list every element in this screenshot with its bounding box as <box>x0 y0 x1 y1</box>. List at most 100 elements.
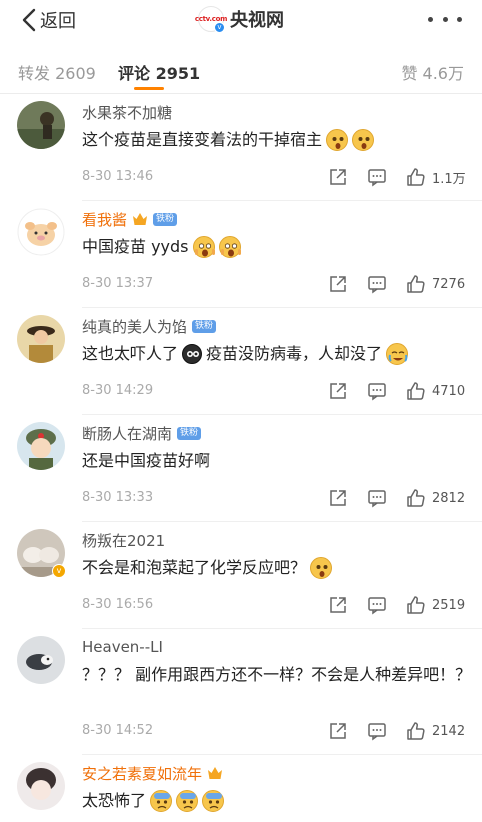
page-title: 央视网 <box>230 10 284 31</box>
like-button[interactable]: 2812 <box>406 488 470 508</box>
thumbs-up-icon <box>407 596 425 614</box>
thumbs-up-icon <box>407 168 425 186</box>
username[interactable]: 看我酱 <box>82 209 127 230</box>
avatar[interactable] <box>17 208 65 256</box>
thumbs-up-icon <box>407 382 425 400</box>
surprised-face-emoji-icon <box>326 129 349 151</box>
avatar[interactable] <box>17 762 65 810</box>
comment-time: 8-30 16:56 <box>82 597 154 612</box>
crying-face-emoji-icon <box>386 343 409 365</box>
like-button[interactable]: 2142 <box>406 721 470 741</box>
comment-text-body: 这个疫苗是直接变着法的干掉宿主 <box>82 130 323 149</box>
more-options-icon[interactable] <box>428 10 462 28</box>
comment-item: Heaven--LI ？？？ 副作用跟西方还不一样？不会是人种差异吧！？ 8-3… <box>0 629 482 755</box>
comment-text-part: 这也太吓人了 <box>82 344 179 363</box>
comment-meta: 8-30 13:37 7276 <box>82 274 472 294</box>
comment-item: 断肠人在湖南 铁粉 还是中国疫苗好啊 8-30 13:33 2812 <box>0 415 482 522</box>
comment-item: 水果茶不加糖 这个疫苗是直接变着法的干掉宿主 8-30 13:46 1.1万 <box>0 94 482 201</box>
comment-meta: 8-30 14:52 2142 <box>82 721 472 741</box>
reply-icon[interactable] <box>367 488 387 508</box>
share-icon[interactable] <box>328 381 348 401</box>
like-button[interactable]: 1.1万 <box>406 167 470 187</box>
comment-meta: 8-30 14:29 4710 <box>82 381 472 401</box>
comment-item: 安之若素夏如流年 太恐怖了 <box>0 755 482 821</box>
comment-meta: 8-30 16:56 2519 <box>82 595 472 615</box>
username[interactable]: 断肠人在湖南 <box>82 423 172 444</box>
comment-text-body: 中国疫苗 yyds <box>82 237 189 256</box>
like-count: 4710 <box>432 383 466 399</box>
comment-text: 不会是和泡菜起了化学反应吧？ <box>82 554 472 582</box>
comment-text-body: 还是中国疫苗好啊 <box>82 451 211 470</box>
active-tab-indicator <box>134 87 164 90</box>
share-icon[interactable] <box>328 167 348 187</box>
username[interactable]: Heaven--LI <box>82 638 163 656</box>
comment-text-part: 疫苗没防病毒，人却没了 <box>206 344 383 363</box>
comment-text-body: 太恐怖了 <box>82 791 147 810</box>
username[interactable]: 纯真的美人为馅 <box>82 316 187 337</box>
reply-icon[interactable] <box>367 595 387 615</box>
like-button[interactable]: 7276 <box>406 274 470 294</box>
vip-crown-icon <box>208 767 223 779</box>
comment-time: 8-30 13:33 <box>82 490 154 505</box>
comment-time: 8-30 13:46 <box>82 169 154 184</box>
comment-text: 这也太吓人了 疫苗没防病毒，人却没了 <box>82 340 472 368</box>
comment-text: ？？？ 副作用跟西方还不一样？不会是人种差异吧！？ <box>82 661 472 689</box>
avatar[interactable] <box>17 101 65 149</box>
share-icon[interactable] <box>328 488 348 508</box>
fearful-face-emoji-icon <box>150 790 173 812</box>
comment-text-body: 不会是和泡菜起了化学反应吧？ <box>82 558 307 577</box>
like-button[interactable]: 2519 <box>406 595 470 615</box>
surprised-face-emoji-icon <box>352 129 375 151</box>
iron-fan-badge: 铁粉 <box>192 319 217 333</box>
comment-text: 这个疫苗是直接变着法的干掉宿主 <box>82 126 472 154</box>
virus-emoji-icon <box>182 344 203 364</box>
comment-text: 中国疫苗 yyds <box>82 233 472 261</box>
iron-fan-badge: 铁粉 <box>153 212 178 226</box>
cctv-logo: cctv.com v <box>195 6 227 33</box>
tab-bar: 转发 2609 评论 2951 赞 4.6万 <box>0 44 482 94</box>
reply-icon[interactable] <box>367 381 387 401</box>
verified-badge-icon: v <box>52 564 66 578</box>
page-title-group: cctv.com v 央视网 <box>0 6 482 33</box>
iron-fan-badge: 铁粉 <box>177 426 202 440</box>
screaming-face-emoji-icon <box>192 236 215 258</box>
avatar[interactable] <box>17 315 65 363</box>
like-count: 2812 <box>432 490 466 506</box>
like-count: 2142 <box>432 723 466 739</box>
screaming-face-emoji-icon <box>218 236 241 258</box>
fearful-face-emoji-icon <box>202 790 225 812</box>
share-icon[interactable] <box>328 721 348 741</box>
comment-list: 水果茶不加糖 这个疫苗是直接变着法的干掉宿主 8-30 13:46 1.1万 看… <box>0 94 482 821</box>
share-icon[interactable] <box>328 595 348 615</box>
reply-icon[interactable] <box>367 274 387 294</box>
tab-comment[interactable]: 评论 2951 <box>118 60 200 84</box>
like-count: 2519 <box>432 597 466 613</box>
top-bar: 返回 cctv.com v 央视网 <box>0 0 482 44</box>
reply-icon[interactable] <box>367 167 387 187</box>
tab-repost[interactable]: 转发 2609 <box>18 60 96 84</box>
comment-meta: 8-30 13:33 2812 <box>82 488 472 508</box>
reply-icon[interactable] <box>367 721 387 741</box>
username[interactable]: 杨叛在2021 <box>82 530 165 551</box>
avatar[interactable] <box>17 422 65 470</box>
comment-meta: 8-30 13:46 1.1万 <box>82 167 472 187</box>
like-count: 7276 <box>432 276 466 292</box>
surprised-face-emoji-icon <box>310 557 333 579</box>
username[interactable]: 安之若素夏如流年 <box>82 763 202 784</box>
comment-time: 8-30 14:52 <box>82 723 154 738</box>
comment-item: 看我酱 铁粉 中国疫苗 yyds 8-30 13:37 7276 <box>0 201 482 308</box>
thumbs-up-icon <box>407 275 425 293</box>
comment-item: v 杨叛在2021 不会是和泡菜起了化学反应吧？ 8-30 16:56 2519 <box>0 522 482 629</box>
username[interactable]: 水果茶不加糖 <box>82 102 172 123</box>
comment-time: 8-30 13:37 <box>82 276 154 291</box>
comment-text: 还是中国疫苗好啊 <box>82 447 472 475</box>
verified-badge-icon: v <box>214 22 225 33</box>
tab-like[interactable]: 赞 4.6万 <box>401 60 464 84</box>
like-button[interactable]: 4710 <box>406 381 470 401</box>
share-icon[interactable] <box>328 274 348 294</box>
fearful-face-emoji-icon <box>176 790 199 812</box>
comment-item: 纯真的美人为馅 铁粉 这也太吓人了 疫苗没防病毒，人却没了 8-30 14:29… <box>0 308 482 415</box>
comment-time: 8-30 14:29 <box>82 383 154 398</box>
thumbs-up-icon <box>407 722 425 740</box>
avatar[interactable] <box>17 636 65 684</box>
